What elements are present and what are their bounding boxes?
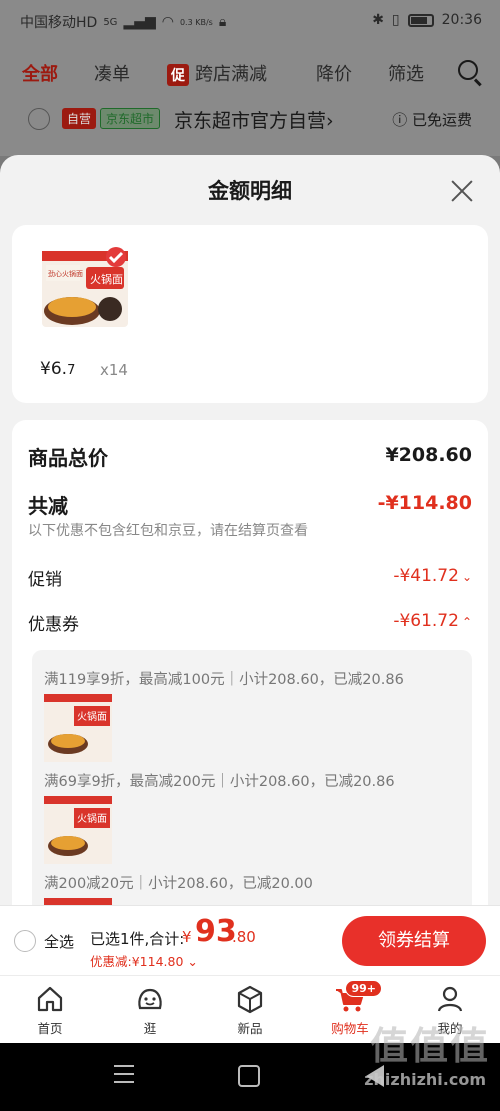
free-shipping-label: ⓘ 已免运费 [392, 111, 472, 129]
filter-cross-store-tab[interactable]: 促跨店满减 [167, 60, 267, 86]
chevron-right-icon: › [326, 110, 334, 132]
store-name: 京东超市官方自营 [174, 110, 327, 132]
promotion-toggle[interactable]: -¥41.72 ⌄ [393, 566, 472, 586]
search-icon[interactable] [458, 60, 478, 80]
checkout-button[interactable]: 领券结算 [342, 916, 486, 966]
battery-icon [407, 13, 434, 27]
amount-detail-card: 商品总价 ¥208.60 共减 -¥114.80 以下优惠不包含红包和京豆，请在… [12, 420, 488, 975]
svg-text:火锅面: 火锅面 [77, 813, 107, 825]
coupon-product-image: 火锅面 [44, 796, 112, 864]
home-icon [37, 986, 63, 1012]
profile-icon [437, 986, 463, 1012]
product-image: 火锅面 劲心火锅面 [38, 243, 132, 337]
filter-button[interactable]: 筛选 [388, 60, 424, 86]
carrier-label: 中国移动HD [20, 15, 98, 31]
speed-label: 0.3 KB/s [179, 17, 213, 27]
tab-discover[interactable]: 逛 [110, 982, 190, 1037]
total-reduced-value: -¥114.80 [377, 492, 472, 514]
promo-tag: 促 [167, 64, 189, 86]
total-integer: 93 [195, 914, 237, 949]
self-operated-tag: 自营 [62, 108, 97, 129]
coupon-value: -¥61.72 [393, 611, 459, 631]
store-row: 自营 京东超市 京东超市官方自营› ⓘ 已免运费 [0, 100, 500, 156]
total-price-label: 商品总价 [28, 446, 108, 470]
chevron-up-icon: ⌃ [461, 615, 472, 629]
watermark-url: zhizhizhi.com [364, 1070, 486, 1089]
promotion-value: -¥41.72 [393, 566, 459, 586]
price-integer: 6. [50, 359, 68, 379]
menu-icon[interactable] [114, 1065, 134, 1085]
wifi-icon: ◠ [161, 14, 174, 30]
svg-text:火锅面: 火锅面 [77, 711, 107, 723]
system-home-icon[interactable] [238, 1065, 260, 1087]
store-select-checkbox[interactable] [28, 108, 50, 130]
filter-bar: 全部 凑单 促跨店满减 降价 筛选 [0, 44, 500, 100]
total-price-value: ¥208.60 [385, 444, 472, 466]
tab-label: 首页 [37, 1021, 63, 1036]
lock-icon: 🔒︎ [218, 14, 227, 30]
tab-label: 新品 [237, 1021, 263, 1036]
svg-text:火锅面: 火锅面 [90, 273, 123, 286]
amount-detail-sheet: 金额明细 火锅面 劲心火锅面 ¥6.7 x14 商品总价 ¥208.60 共减 … [0, 155, 500, 975]
product-card: 火锅面 劲心火锅面 ¥6.7 x14 [12, 225, 488, 403]
filter-bundle-tab[interactable]: 凑单 [94, 60, 130, 86]
coupon-item: 满119享9折，最高减100元｜小计208.60，已减20.86 [44, 672, 404, 688]
status-bar: 中国移动HD 5G ▂▄▆ ◠ 0.3 KB/s 🔒︎ ✱ ▯ 20:36 [0, 0, 500, 44]
coupon-item: 满200减20元｜小计208.60，已减20.00 [44, 876, 313, 892]
clock: 20:36 [441, 12, 482, 28]
select-all-label[interactable]: 全选 [44, 931, 74, 952]
cart-badge: 99+ [345, 980, 382, 997]
svg-text:劲心火锅面: 劲心火锅面 [48, 269, 83, 278]
coupon-toggle[interactable]: -¥61.72 ⌃ [393, 611, 472, 631]
selected-count: 已选1件,合计: [90, 930, 185, 948]
box-icon [237, 985, 263, 1014]
network-label: 5G [103, 16, 118, 28]
checkout-bar: 全选 已选1件,合计: ¥ 93 .80 优惠减:¥114.80 ⌄ 领券结算 [0, 905, 500, 975]
product-quantity: x14 [100, 361, 128, 379]
select-all-checkbox[interactable] [14, 930, 36, 952]
watermark-logo: 值值值 [369, 1024, 490, 1068]
tab-label: 逛 [143, 1021, 157, 1036]
bluetooth-icon: ✱ [372, 12, 384, 28]
store-name-link[interactable]: 京东超市官方自营› [174, 106, 334, 133]
coupon-label: 优惠券 [28, 615, 79, 635]
close-icon[interactable] [450, 179, 474, 203]
discount-note: 以下优惠不包含红包和京豆，请在结算页查看 [28, 523, 308, 539]
chevron-down-icon: ⌄ [461, 570, 472, 584]
filter-price-drop-tab[interactable]: 降价 [316, 60, 352, 86]
cross-store-label: 跨店满减 [195, 64, 267, 85]
jd-supermarket-tag: 京东超市 [100, 108, 161, 129]
tab-new[interactable]: 新品 [210, 982, 290, 1037]
total-symbol: ¥ [182, 928, 192, 946]
sheet-title: 金额明细 [208, 179, 292, 203]
price-symbol: ¥ [40, 359, 51, 379]
coupon-product-image: 火锅面 [44, 694, 112, 762]
coupon-item: 满69享9折，最高减200元｜小计208.60，已减20.86 [44, 774, 395, 790]
discount-detail-toggle[interactable]: 优惠减:¥114.80 ⌄ [90, 951, 198, 970]
promotion-label: 促销 [28, 570, 62, 590]
filter-all-tab[interactable]: 全部 [22, 60, 58, 86]
product-price: ¥6.7 [40, 359, 75, 379]
vibrate-icon: ▯ [391, 12, 400, 28]
price-decimal: 7 [67, 363, 76, 378]
signal-icon: ▂▄▆ [123, 14, 156, 30]
total-decimal: .80 [232, 928, 256, 946]
tab-home[interactable]: 首页 [10, 982, 90, 1037]
total-reduced-label: 共减 [28, 494, 68, 518]
discover-icon [138, 988, 162, 1010]
